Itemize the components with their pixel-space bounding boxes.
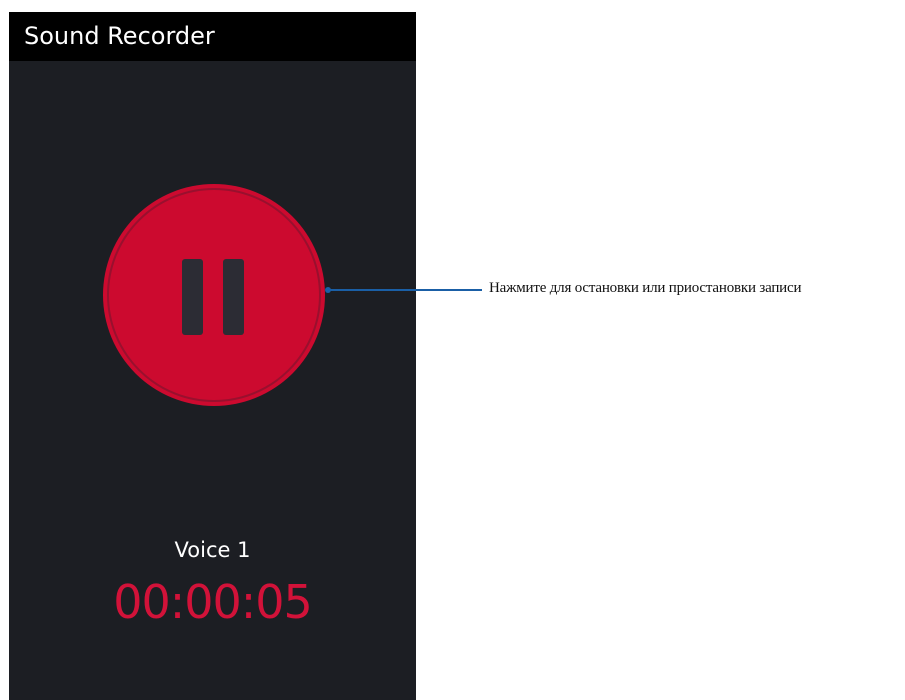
pause-icon-right-bar bbox=[223, 259, 244, 335]
pause-record-button[interactable] bbox=[103, 184, 325, 406]
pause-icon-left-bar bbox=[182, 259, 203, 335]
callout-pointer-line bbox=[330, 289, 482, 291]
phone-screen: Sound Recorder Voice 1 00:00:05 bbox=[9, 12, 416, 700]
button-ring bbox=[107, 188, 321, 402]
app-title: Sound Recorder bbox=[24, 22, 215, 50]
elapsed-time: 00:00:05 bbox=[113, 575, 313, 629]
title-bar: Sound Recorder bbox=[9, 12, 416, 61]
page: Sound Recorder Voice 1 00:00:05 Нажмите … bbox=[0, 0, 905, 700]
recording-file-name: Voice 1 bbox=[174, 538, 251, 562]
callout-description: Нажмите для остановки или приостановки з… bbox=[489, 280, 802, 296]
